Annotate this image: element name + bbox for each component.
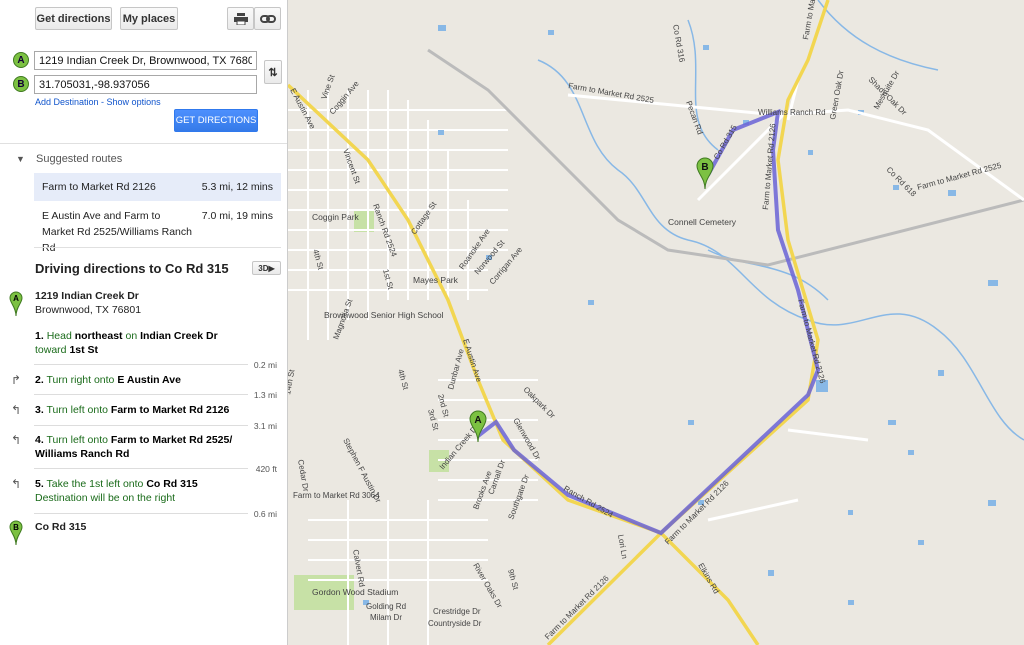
marker-b-icon: B <box>13 76 29 92</box>
step-text: on <box>122 330 141 342</box>
step-distance: 3.1 mi <box>253 421 277 431</box>
step-number: 4. <box>35 434 44 446</box>
step-text: Head <box>46 330 75 342</box>
turn-left-icon: ↰ <box>11 433 22 447</box>
step-divider <box>34 364 248 365</box>
submit-directions-button[interactable]: GET DIRECTIONS <box>174 109 258 132</box>
origin-input[interactable] <box>34 51 257 70</box>
road-label: Crestridge Dr <box>433 607 481 616</box>
step-bold: E Austin Ave <box>117 374 181 386</box>
step-bold: Farm to Market Rd 2525/ <box>110 434 233 446</box>
place-label: Mayes Park <box>413 275 459 285</box>
suggested-routes-heading[interactable]: Suggested routes <box>36 153 122 165</box>
end-address: Co Rd 315 <box>35 521 87 533</box>
direction-step-1[interactable]: 1. Head northeast on Indian Creek Dr tow… <box>35 329 255 357</box>
divider <box>34 247 281 248</box>
place-label: Coggin Park <box>312 212 360 222</box>
place-label: Brownwood Senior High School <box>324 310 444 320</box>
get-directions-button[interactable]: Get directions <box>35 7 112 30</box>
swap-arrows-icon: ⇅ <box>268 66 278 79</box>
direction-step-3[interactable]: 3. Turn left onto Farm to Market Rd 2126 <box>35 403 255 417</box>
step-text: Turn left onto <box>46 404 111 416</box>
route-name: Farm to Market Rd 2126 <box>42 181 156 193</box>
divider <box>0 143 287 144</box>
turn-left-icon: ↰ <box>11 477 22 491</box>
svg-text:B: B <box>13 523 19 532</box>
map-land <box>288 0 1024 645</box>
turn-left-icon: ↰ <box>11 403 22 417</box>
print-icon <box>233 12 248 25</box>
step-divider <box>34 394 248 395</box>
end-pin-icon: B <box>9 520 23 546</box>
form-links: Add Destination - Show options <box>35 96 161 108</box>
step-text: Turn right onto <box>46 374 118 386</box>
view-3d-button[interactable]: 3D ▶ <box>252 261 281 275</box>
direction-step-2[interactable]: 2. Turn right onto E Austin Ave <box>35 373 255 387</box>
step-divider <box>34 425 248 426</box>
show-options-link[interactable]: Show options <box>107 97 161 107</box>
step-distance: 0.2 mi <box>253 360 277 370</box>
view-3d-label: 3D <box>258 263 269 273</box>
route-summary: 5.3 mi, 12 mins <box>201 181 273 193</box>
marker-label: A <box>474 415 481 426</box>
step-text: toward <box>35 344 70 356</box>
step-distance: 420 ft <box>255 464 277 474</box>
step-bold: northeast <box>74 330 123 342</box>
step-bold: Indian Creek Dr <box>140 330 218 342</box>
direction-step-5[interactable]: 5. Take the 1st left onto Co Rd 315 Dest… <box>35 477 255 505</box>
print-button[interactable] <box>227 7 254 30</box>
map-canvas[interactable]: E Austin Ave Ranch Rd 2524 E Austin Ave … <box>288 0 1024 645</box>
road-label: Williams Ranch Rd <box>758 108 826 117</box>
map-svg[interactable]: E Austin Ave Ranch Rd 2524 E Austin Ave … <box>288 0 1024 645</box>
step-number: 5. <box>35 478 44 490</box>
link-button[interactable] <box>254 7 281 30</box>
step-distance: 0.6 mi <box>253 509 277 519</box>
step-number: 3. <box>35 404 44 416</box>
swap-button[interactable]: ⇅ <box>264 60 282 84</box>
road-label: Milam Dr <box>370 613 402 622</box>
step-bold: Williams Ranch Rd <box>35 448 130 460</box>
destination-input[interactable] <box>34 75 257 94</box>
step-text: Destination will be on the right <box>35 492 176 504</box>
link-icon <box>259 14 276 23</box>
step-bold: Farm to Market Rd 2126 <box>110 404 230 416</box>
marker-label: B <box>701 162 708 173</box>
step-text: Turn left onto <box>46 434 111 446</box>
road-label: Golding Rd <box>366 602 406 611</box>
start-address-line1: 1219 Indian Creek Dr <box>35 290 139 302</box>
route-option-1[interactable]: Farm to Market Rd 2126 5.3 mi, 12 mins <box>34 173 281 201</box>
my-places-button[interactable]: My places <box>120 7 178 30</box>
route-option-2[interactable]: E Austin Ave and Farm to Market Rd 2525/… <box>34 208 281 254</box>
svg-text:A: A <box>13 294 19 303</box>
direction-step-4[interactable]: 4. Turn left onto Farm to Market Rd 2525… <box>35 433 255 461</box>
add-destination-link[interactable]: Add Destination <box>35 97 99 107</box>
road-label: Countryside Dr <box>428 619 482 628</box>
start-pin-icon: A <box>9 291 23 317</box>
start-address-line2: Brownwood, TX 76801 <box>35 304 142 316</box>
step-divider <box>34 513 248 514</box>
link-separator: - <box>98 97 107 107</box>
marker-a-icon: A <box>13 52 29 68</box>
road-label: Farm to Market Rd 3064 <box>293 491 380 500</box>
directions-panel: Get directions My places A B ⇅ Add Desti… <box>0 0 288 645</box>
route-summary: 7.0 mi, 19 mins <box>201 210 273 222</box>
turn-right-icon: ↱ <box>11 373 22 387</box>
step-bold: Co Rd 315 <box>146 478 198 490</box>
step-number: 2. <box>35 374 44 386</box>
directions-title: Driving directions to Co Rd 315 <box>35 261 229 276</box>
step-divider <box>34 468 248 469</box>
step-distance: 1.3 mi <box>253 390 277 400</box>
step-number: 1. <box>35 330 44 342</box>
place-label: Gordon Wood Stadium <box>312 587 398 597</box>
collapse-triangle-icon[interactable]: ▼ <box>16 154 25 164</box>
play-icon: ▶ <box>268 263 275 273</box>
step-text: Take the 1st left onto <box>46 478 147 490</box>
place-label: Connell Cemetery <box>668 217 737 227</box>
route-name: E Austin Ave and Farm to Market Rd 2525/… <box>42 210 192 254</box>
step-bold: 1st St <box>69 344 99 356</box>
